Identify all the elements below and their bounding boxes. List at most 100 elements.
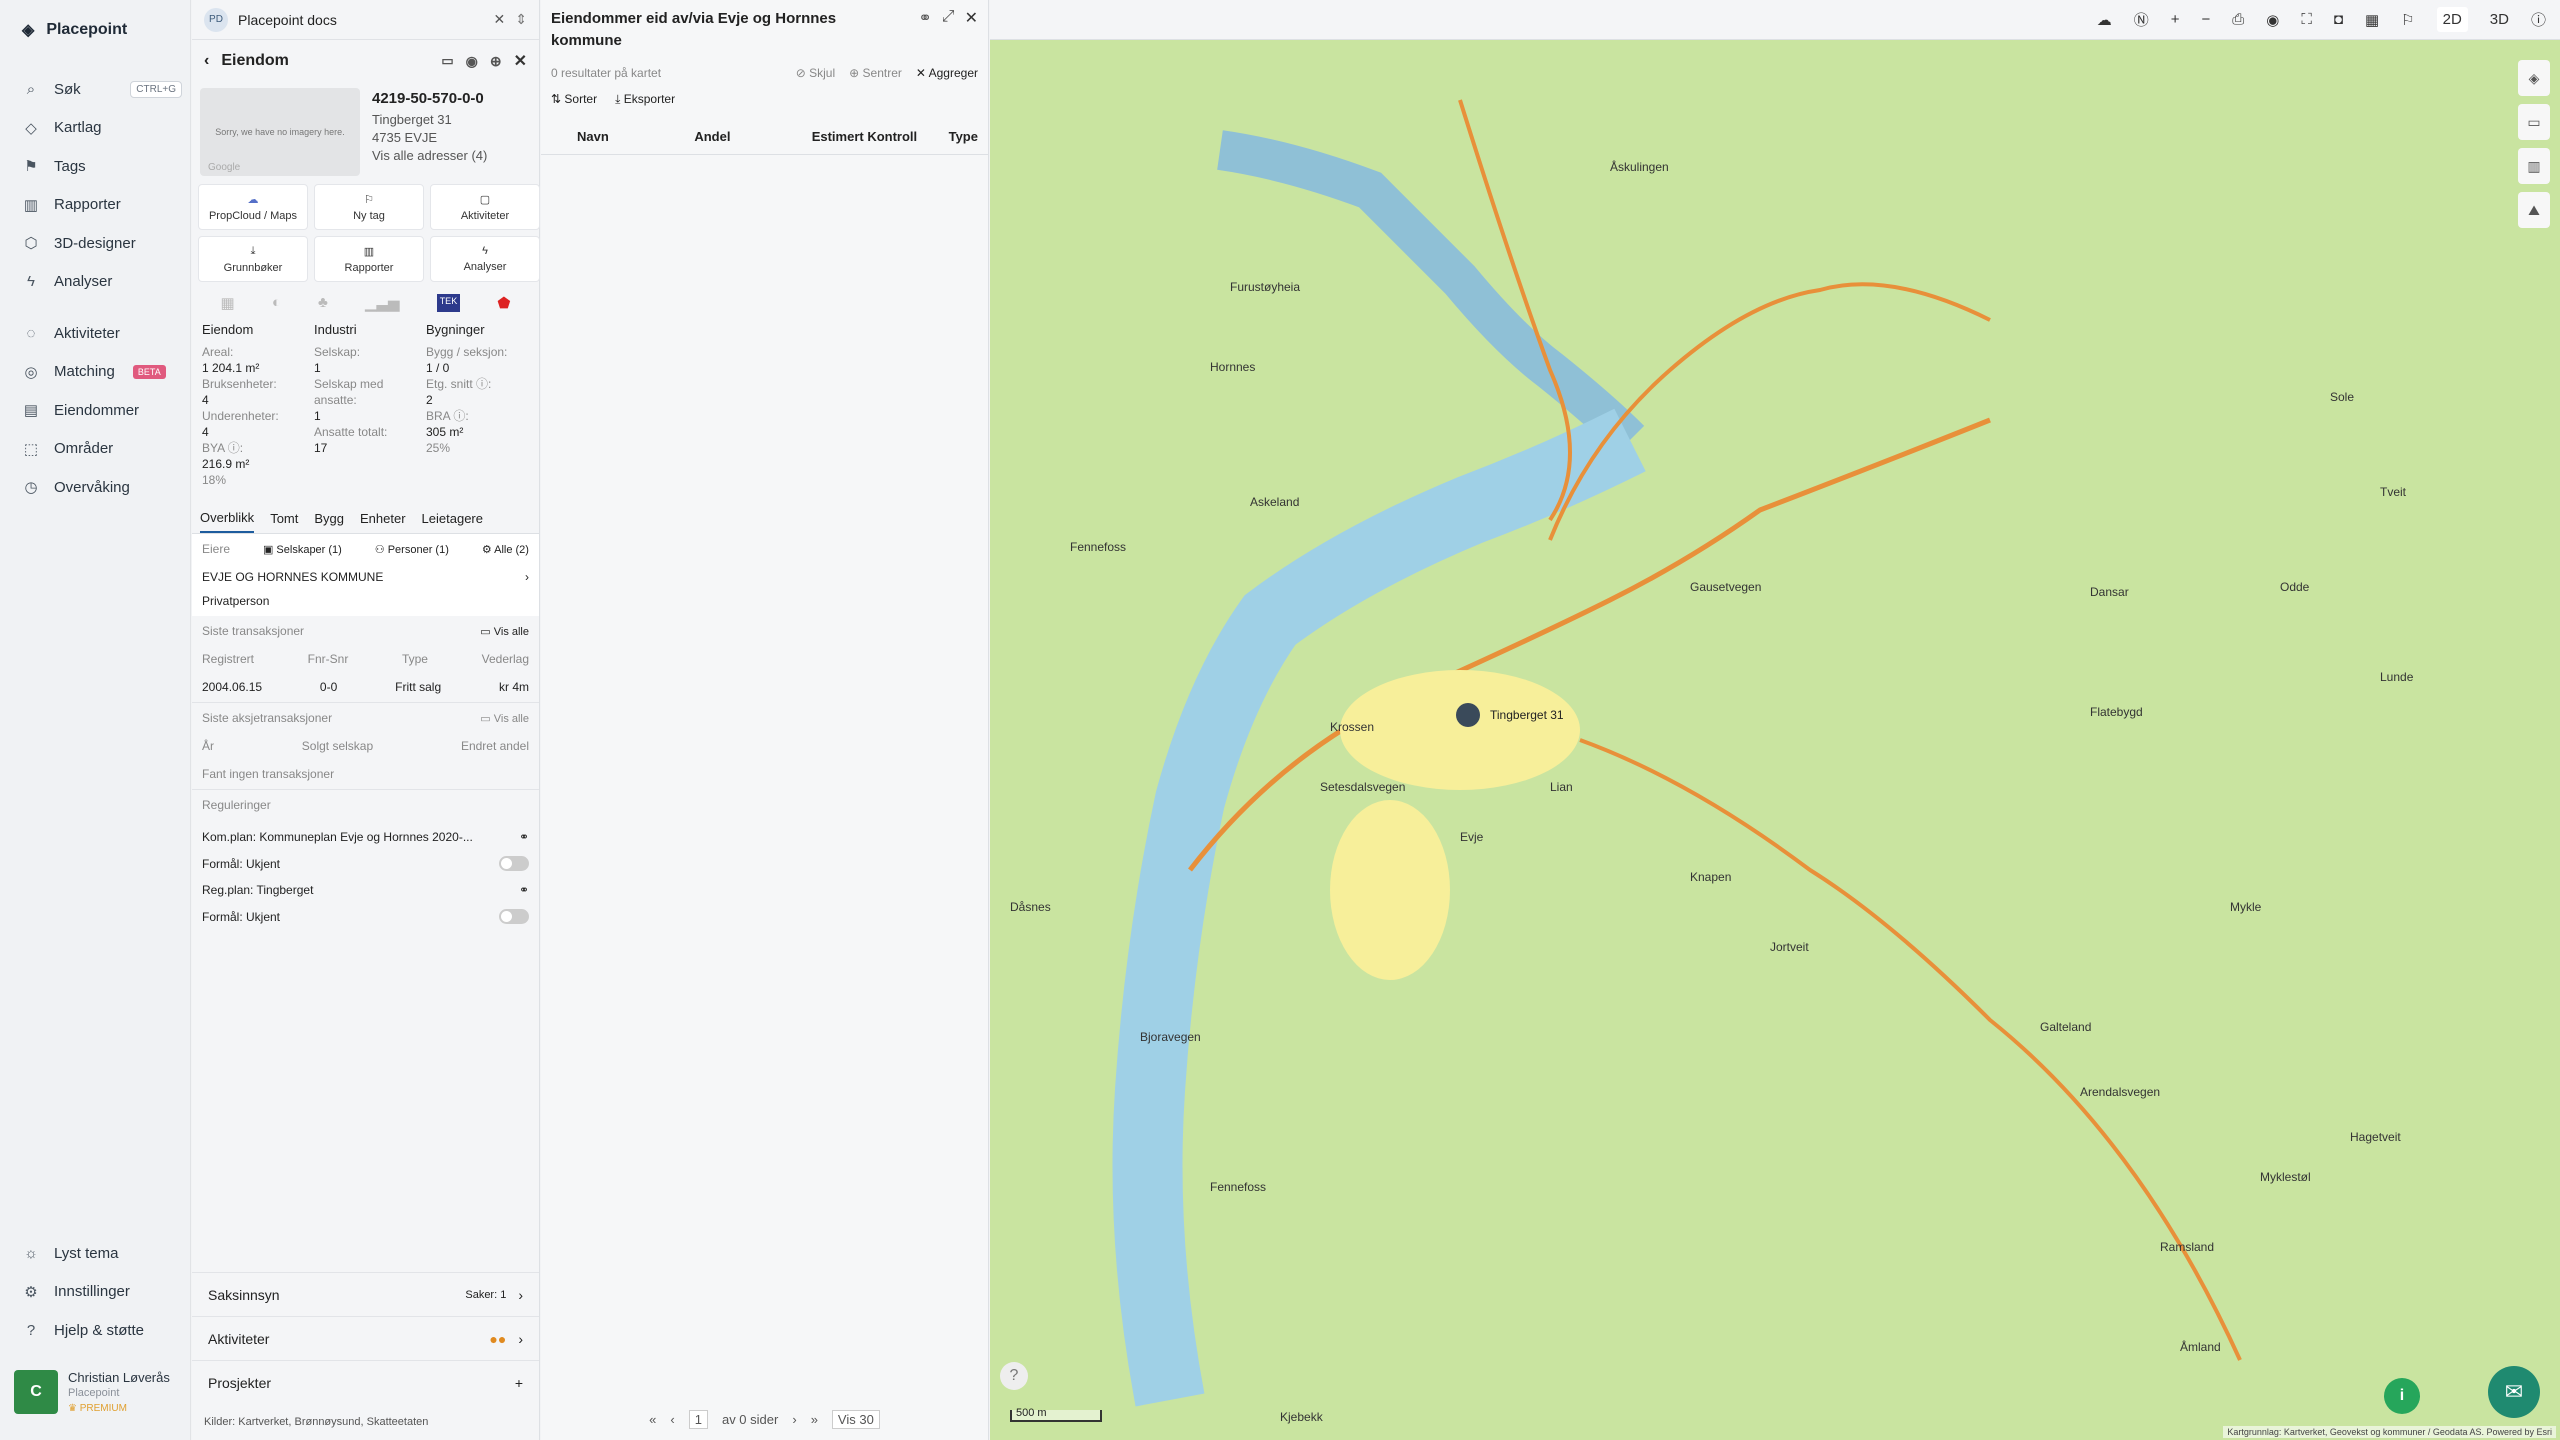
globe-source-icon[interactable]: ◐ <box>272 294 281 312</box>
chevron-updown-icon[interactable]: ⇕ <box>515 11 527 28</box>
docs-title[interactable]: Placepoint docs <box>238 12 337 28</box>
link-icon[interactable]: ⚭ <box>918 8 931 52</box>
plant-source-icon[interactable]: ♣ <box>318 294 328 312</box>
nav-analyser[interactable]: ϟ Analyser <box>22 263 182 302</box>
saksinnsyn-row[interactable]: Saksinnsyn Saker: 1 › <box>192 1272 539 1316</box>
nav-3d-designer[interactable]: ⬡ 3D-designer <box>22 224 182 263</box>
col-header[interactable]: Estimert Kontroll <box>812 129 949 144</box>
fullscreen-icon[interactable]: ⛶ <box>2301 11 2312 28</box>
user-profile[interactable]: C Christian Løverås Placepoint ♛ PREMIUM <box>14 1370 170 1414</box>
last-page-icon[interactable]: » <box>811 1412 818 1427</box>
first-page-icon[interactable]: « <box>649 1412 656 1427</box>
zoom-out-icon[interactable]: − <box>2202 11 2211 28</box>
tab-overblikk[interactable]: Overblikk <box>200 504 255 533</box>
projects-row[interactable]: Prosjekter + <box>192 1360 539 1404</box>
info-icon[interactable]: i <box>2384 1378 2420 1414</box>
house-source-icon[interactable]: ⬟ <box>497 294 510 312</box>
tab-bygg[interactable]: Bygg <box>314 505 344 532</box>
camera-icon[interactable]: ◘ <box>2334 11 2343 28</box>
nav-kartlag[interactable]: ◇ Kartlag <box>22 109 182 148</box>
regulation-toggle[interactable] <box>499 856 529 871</box>
col-header[interactable]: Andel <box>694 129 811 144</box>
stat-value: 1 204.1 m² <box>202 361 260 375</box>
close-icon[interactable]: ✕ <box>965 8 978 52</box>
address-block[interactable]: Tingberget 31 4735 EVJE Vis alle adresse… <box>372 111 531 165</box>
print-icon[interactable]: ⎙ <box>2232 11 2244 28</box>
tek-source-icon[interactable]: TEK <box>436 294 461 312</box>
next-page-icon[interactable]: › <box>792 1412 796 1427</box>
nav-tags[interactable]: ⚑ Tags <box>22 147 182 186</box>
street-view-thumbnail[interactable]: Sorry, we have no imagery here. Google <box>200 88 360 176</box>
measure-tool-icon[interactable]: ▭ <box>2518 104 2550 140</box>
col-header[interactable]: Type <box>949 129 978 144</box>
owner-row[interactable]: EVJE OG HORNNES KOMMUNE › <box>202 570 529 584</box>
filter-companies[interactable]: ▣ Selskaper (1) <box>263 543 342 556</box>
tab-enheter[interactable]: Enheter <box>360 505 406 532</box>
nav-eiendommer[interactable]: ▤ Eiendommer <box>22 391 182 430</box>
eye-icon[interactable]: ◉ <box>466 53 478 70</box>
bars-source-icon[interactable]: ▁▃▅ <box>365 294 400 312</box>
aggregate-button[interactable]: ✕ Aggreger <box>916 66 978 80</box>
nav-settings[interactable]: ⚙ Innstillinger <box>22 1273 182 1312</box>
filter-all[interactable]: ⚙ Alle (2) <box>482 543 529 556</box>
chart-tool-icon[interactable]: ▥ <box>2518 148 2550 184</box>
hide-button[interactable]: ⊘ Skjul <box>796 66 835 80</box>
filter-persons[interactable]: ⚇ Personer (1) <box>375 543 449 556</box>
layers-tool-icon[interactable]: ◈ <box>2518 60 2550 96</box>
mode-2d-button[interactable]: 2D <box>2436 7 2468 32</box>
regulation-toggle[interactable] <box>499 909 529 924</box>
nav-aktiviteter[interactable]: ◌ Aktiviteter <box>22 314 182 353</box>
ai-icon[interactable]: ☁ <box>2097 11 2112 29</box>
terrain-tool-icon[interactable]: ⛰ <box>2518 192 2550 228</box>
col-header[interactable]: Navn <box>577 129 694 144</box>
new-tag-button[interactable]: ⚐ Ny tag <box>314 184 424 230</box>
grunnboker-button[interactable]: ⤓ Grunnbøker <box>198 236 308 282</box>
activities-button[interactable]: ▢ Aktiviteter <box>430 184 540 230</box>
page-size-select[interactable]: Vis 30 <box>831 1410 880 1429</box>
sort-button[interactable]: ⇅ Sorter <box>551 92 597 107</box>
plus-circle-icon[interactable]: ⊕ <box>490 53 502 70</box>
info-icon[interactable]: ⓘ <box>2531 9 2546 30</box>
building-source-icon[interactable]: ▦ <box>221 294 235 312</box>
map-pin-icon[interactable] <box>1456 703 1480 727</box>
compass-icon[interactable]: Ⓝ <box>2134 9 2149 30</box>
reports-button[interactable]: ▥ Rapporter <box>314 236 424 282</box>
close-icon[interactable]: ✕ <box>494 11 506 28</box>
mode-3d-button[interactable]: 3D <box>2490 11 2509 28</box>
activities-row[interactable]: Aktiviteter ●● › <box>192 1316 539 1360</box>
tab-leietagere[interactable]: Leietagere <box>422 505 483 532</box>
bookmark-icon[interactable]: ⚐ <box>2401 11 2414 29</box>
table-row[interactable]: 2004.06.15 0-0 Fritt salg kr 4m <box>202 680 529 694</box>
nav-matching[interactable]: ◎ Matching BETA <box>22 353 182 392</box>
chat-icon[interactable]: ✉ <box>2488 1366 2540 1418</box>
nav-omrader[interactable]: ⬚ Områder <box>22 430 182 469</box>
nav-help[interactable]: ? Hjelp & støtte <box>22 1311 182 1350</box>
link-icon[interactable]: ⚭ <box>519 830 529 844</box>
nav-theme[interactable]: ☼ Lyst tema <box>22 1234 182 1273</box>
zoom-in-icon[interactable]: + <box>2171 11 2180 28</box>
settlement-area <box>1330 800 1450 980</box>
app-logo[interactable]: ◈ Placepoint <box>22 20 127 40</box>
help-icon[interactable]: ? <box>1000 1362 1028 1390</box>
view-all-link[interactable]: ▭ Vis alle <box>480 625 529 638</box>
prev-page-icon[interactable]: ‹ <box>670 1412 674 1427</box>
grid-icon[interactable]: ▦ <box>2365 11 2379 29</box>
nav-search[interactable]: ⌕ Søk CTRL+G <box>22 70 182 109</box>
center-button[interactable]: ⊕ Sentrer <box>849 66 902 80</box>
settlement-area <box>1340 670 1580 790</box>
expand-icon[interactable]: ⤢ <box>942 8 955 52</box>
back-icon[interactable]: ‹ <box>204 52 209 70</box>
all-addresses-link[interactable]: Vis alle adresser (4) <box>372 147 531 165</box>
nav-rapporter[interactable]: ▥ Rapporter <box>22 186 182 225</box>
nav-overvaking[interactable]: ◷ Overvåking <box>22 468 182 507</box>
map-canvas[interactable]: Tingberget 31 Evje Gausetvegen Setesdals… <box>990 40 2560 1440</box>
tab-tomt[interactable]: Tomt <box>270 505 298 532</box>
analyses-button[interactable]: ϟ Analyser <box>430 236 540 282</box>
export-button[interactable]: ⤓ Eksporter <box>615 92 675 107</box>
eye-icon[interactable]: ◉ <box>2266 11 2279 29</box>
page-input[interactable]: 1 <box>688 1410 708 1429</box>
id-card-icon[interactable]: ▭ <box>441 53 453 69</box>
link-icon[interactable]: ⚭ <box>519 883 529 897</box>
propcloud-button[interactable]: ☁ PropCloud / Maps <box>198 184 308 230</box>
close-icon[interactable]: ✕ <box>514 51 527 71</box>
